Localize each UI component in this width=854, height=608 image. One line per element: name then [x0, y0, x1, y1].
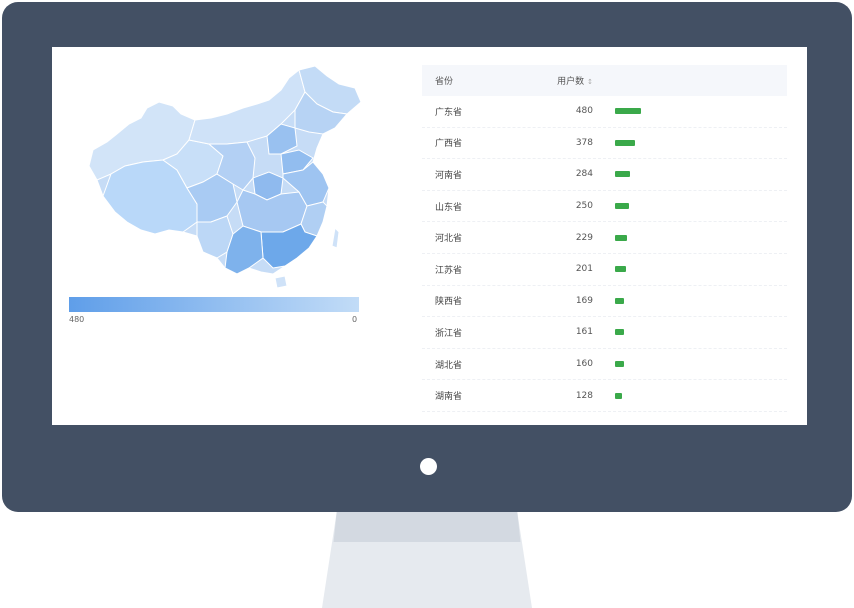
china-map-svg: [88, 65, 362, 289]
table-row: 山东省 250: [422, 191, 787, 223]
table-row: 广西省 378: [422, 128, 787, 160]
row-user-count: 284: [575, 169, 593, 180]
monitor-stand-shadow: [333, 512, 521, 542]
region-hainan: [274, 275, 288, 289]
row-value-bar: [615, 139, 635, 146]
row-province: 湖南省: [435, 392, 463, 403]
row-value-bar: [615, 361, 624, 368]
row-user-count: 160: [575, 359, 593, 370]
row-value-bar: [615, 171, 630, 178]
table-body: 广东省 480 广西省 378 河南省 284 山东省 250 河北省 229 江苏省 201 陕西省 1…: [422, 96, 787, 412]
row-user-count: 128: [575, 390, 593, 401]
row-value-bar: [615, 297, 624, 304]
table-row: 河北省 229: [422, 222, 787, 254]
row-value-bar: [615, 234, 627, 241]
row-value-bar: [615, 392, 622, 399]
map-legend-gradient: [69, 297, 359, 312]
row-user-count: 378: [575, 137, 593, 148]
table-row: 浙江省 161: [422, 317, 787, 349]
table-header: 省份 用户数 ↕: [422, 65, 787, 96]
row-user-count: 480: [575, 106, 593, 117]
legend-max-label: 0: [352, 315, 358, 324]
screen: 480 0 省份 用户数 ↕ 广东省 480 广西省 378 河南省 284 山东省 250 河北…: [52, 47, 807, 425]
row-value-bar: [615, 203, 629, 210]
row-bar-cell: [615, 139, 787, 146]
row-bar-cell: [615, 266, 787, 273]
row-province: 山东省: [435, 202, 463, 213]
province-users-table: 省份 用户数 ↕ 广东省 480 广西省 378 河南省 284 山东省 250 河北省 229 江苏…: [422, 65, 787, 412]
row-user-count: 201: [575, 264, 593, 275]
row-value-bar: [615, 329, 624, 336]
monitor-frame: 480 0 省份 用户数 ↕ 广东省 480 广西省 378 河南省 284 山东省 250 河北…: [2, 2, 852, 512]
table-row: 湖北省 160: [422, 349, 787, 381]
row-bar-cell: [615, 203, 787, 210]
row-bar-cell: [615, 392, 787, 399]
row-user-count: 169: [575, 295, 593, 306]
china-map: [77, 62, 367, 302]
region-taiwan: [331, 226, 340, 249]
table-row: 广东省 480: [422, 96, 787, 128]
row-bar-cell: [615, 361, 787, 368]
row-province: 河南省: [435, 170, 463, 181]
row-province: 广西省: [435, 139, 463, 150]
row-province: 浙江省: [435, 328, 463, 339]
legend-min-label: 480: [69, 315, 85, 324]
row-province: 江苏省: [435, 265, 463, 276]
row-value-bar: [615, 266, 626, 273]
sort-icon[interactable]: ↕: [587, 78, 593, 86]
table-row: 河南省 284: [422, 159, 787, 191]
row-province: 陕西省: [435, 297, 463, 308]
row-bar-cell: [615, 171, 787, 178]
row-province: 广东省: [435, 107, 463, 118]
column-header-users-label: 用户数: [557, 77, 585, 87]
row-user-count: 250: [575, 201, 593, 212]
row-user-count: 229: [575, 232, 593, 243]
row-bar-cell: [615, 329, 787, 336]
row-bar-cell: [615, 234, 787, 241]
column-header-province[interactable]: 省份: [422, 74, 533, 87]
row-province: 河北省: [435, 234, 463, 245]
row-province: 湖北省: [435, 360, 463, 371]
row-bar-cell: [615, 108, 787, 115]
column-header-users[interactable]: 用户数 ↕: [533, 74, 593, 87]
table-row: 湖南省 128: [422, 380, 787, 412]
table-row: 江苏省 201: [422, 254, 787, 286]
row-user-count: 161: [575, 327, 593, 338]
power-button-icon: [420, 458, 437, 475]
row-bar-cell: [615, 297, 787, 304]
table-row: 陕西省 169: [422, 286, 787, 318]
row-value-bar: [615, 108, 641, 115]
